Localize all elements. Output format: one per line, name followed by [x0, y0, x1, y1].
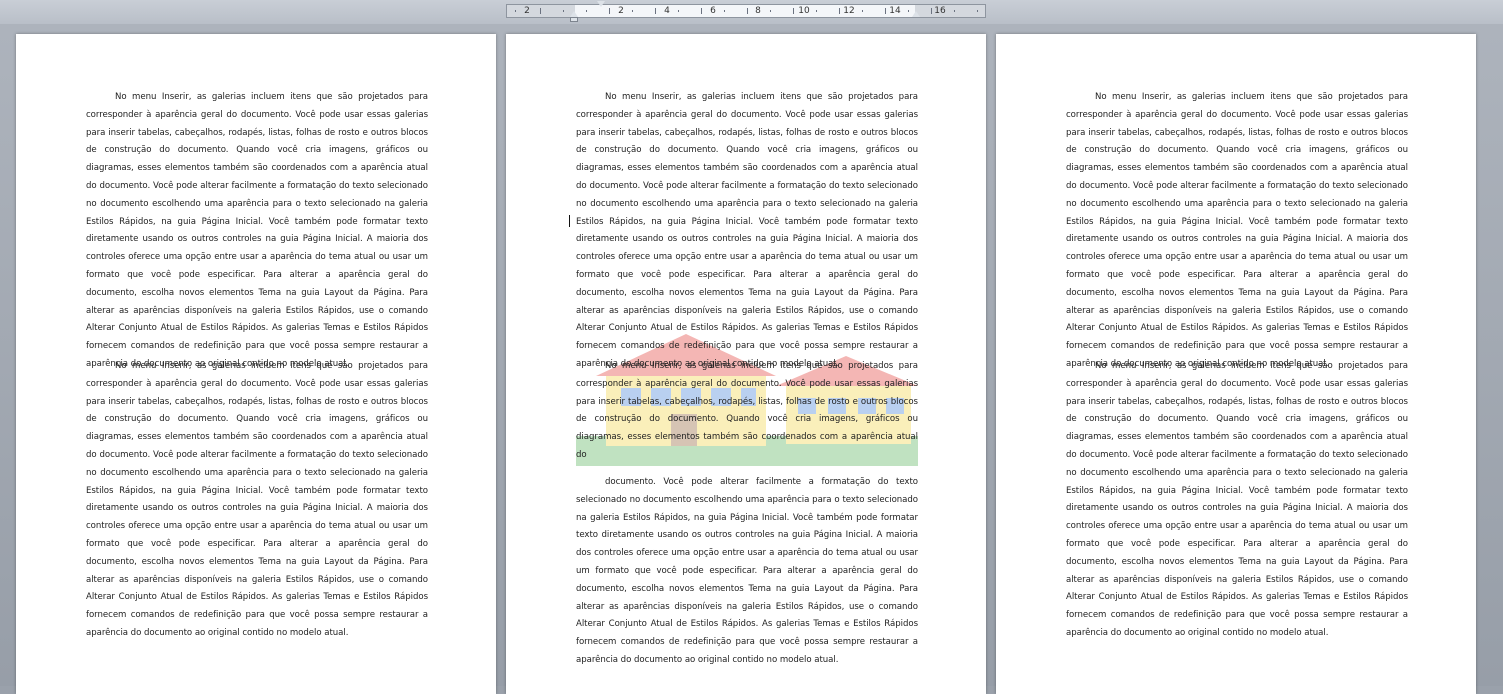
ruler-tick: [977, 10, 978, 12]
ruler-tick: [885, 8, 886, 14]
ruler-band: 2 2 4 6 8 10 12 14 16: [0, 0, 1503, 24]
ruler-left-margin[interactable]: [507, 5, 575, 17]
ruler-tick: [515, 10, 516, 12]
body-paragraph[interactable]: No menu Inserir, as galerias incluem ite…: [576, 89, 918, 374]
text-cursor: [569, 215, 570, 227]
ruler-tick: [586, 10, 587, 12]
ruler-tick: [724, 10, 725, 12]
ruler-label: 2: [618, 6, 624, 16]
ruler-label: 8: [755, 6, 761, 16]
document-page-1[interactable]: No menu Inserir, as galerias incluem ite…: [16, 34, 496, 694]
ruler-tick: [816, 10, 817, 12]
right-indent-marker[interactable]: [912, 11, 920, 17]
ruler-tick: [747, 8, 748, 14]
ruler-tick: [655, 8, 656, 14]
ruler-label: 4: [664, 6, 670, 16]
ruler-right-margin[interactable]: [915, 5, 985, 17]
body-paragraph[interactable]: No menu Inserir, as galerias incluem ite…: [1066, 358, 1408, 643]
body-paragraph[interactable]: No menu Inserir, as galerias incluem ite…: [86, 358, 428, 643]
document-workspace[interactable]: 2 2 4 6 8 10 12 14 16 No menu Inserir, a…: [0, 0, 1503, 694]
body-paragraph[interactable]: No menu Inserir, as galerias incluem ite…: [1066, 89, 1408, 374]
ruler-tick: [563, 10, 564, 12]
ruler-label: 14: [889, 6, 901, 16]
ruler-tick: [931, 8, 932, 14]
ruler-label: 16: [934, 6, 946, 16]
body-paragraph-part2[interactable]: documento. Você pode alterar facilmente …: [576, 474, 918, 670]
ruler-label: 12: [843, 6, 855, 16]
body-paragraph[interactable]: No menu Inserir, as galerias incluem ite…: [86, 89, 428, 374]
ruler-label: 6: [710, 6, 716, 16]
ruler-tick: [770, 10, 771, 12]
document-page-3[interactable]: No menu Inserir, as galerias incluem ite…: [996, 34, 1476, 694]
ruler-label: 10: [798, 6, 810, 16]
ruler-tick: [701, 8, 702, 14]
ruler-tick: [793, 8, 794, 14]
ruler-tick: [678, 10, 679, 12]
body-paragraph-part1[interactable]: No menu Inserir, as galerias incluem ite…: [576, 358, 918, 465]
ruler-tick: [862, 10, 863, 12]
ruler-tick: [540, 8, 541, 14]
first-line-indent-marker[interactable]: [597, 1, 605, 7]
left-indent-marker[interactable]: [570, 17, 578, 22]
ruler-tick: [954, 10, 955, 12]
ruler-label: 2: [524, 6, 530, 16]
ruler-tick: [839, 8, 840, 14]
document-page-2[interactable]: No menu Inserir, as galerias incluem ite…: [506, 34, 986, 694]
ruler-tick: [609, 8, 610, 14]
ruler-tick: [908, 10, 909, 12]
ruler-tick: [632, 10, 633, 12]
